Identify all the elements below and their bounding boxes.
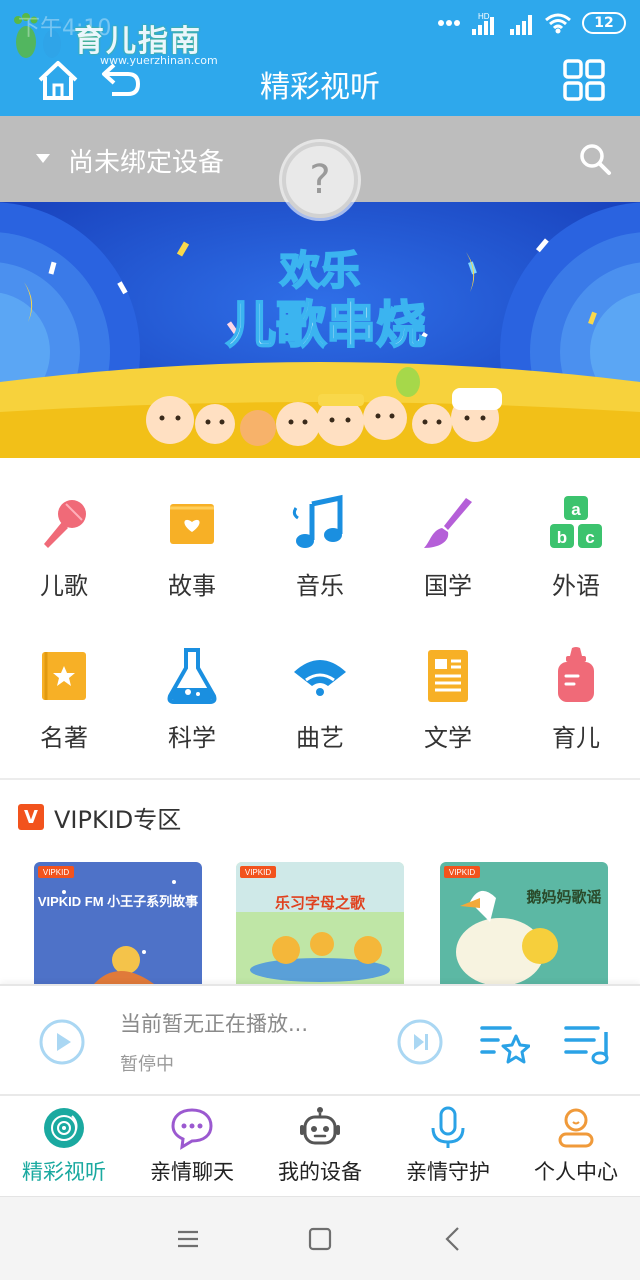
banner-title-line1: 欢乐 — [279, 249, 360, 293]
battery-icon: 12 — [582, 12, 626, 34]
section-divider — [0, 778, 640, 780]
tab-label: 亲情守护 — [406, 1160, 490, 1184]
classic-book-icon — [42, 652, 86, 700]
promo-banner[interactable]: 欢乐 儿歌串烧 — [0, 202, 640, 458]
category-label: 儿歌 — [40, 572, 88, 600]
vip-card-title: 乐习字母之歌 — [275, 894, 366, 912]
vip-badge: VIPKID — [43, 868, 69, 877]
category-waiyu[interactable]: a b c 外语 — [512, 458, 640, 600]
back-chevron-icon[interactable] — [438, 1223, 470, 1255]
app-header: 育儿指南 www.yuerzhinan.com 下午4:10 HD 12 精彩视… — [0, 0, 640, 116]
play-state-text: 暂停中 — [120, 1054, 174, 1075]
signal-icon — [510, 15, 532, 35]
vip-section-header: V VIPKID专区 — [18, 800, 181, 834]
vip-card-artwork: VIPKID VIPKID FM 小王子系列故事 — [34, 862, 202, 984]
svg-text:b: b — [557, 528, 567, 547]
category-label: 科学 — [168, 724, 216, 752]
signal-hd-icon: HD — [472, 12, 494, 35]
category-mingzhu[interactable]: 名著 — [0, 610, 128, 752]
category-yuer[interactable]: 育儿 — [512, 610, 640, 752]
tab-qinqing-liaotian[interactable]: 亲情聊天 — [128, 1096, 256, 1196]
vip-card-artwork: VIPKID 乐习字母之歌 — [236, 862, 404, 984]
vip-card-alphabet-song[interactable]: VIPKID 乐习字母之歌 — [236, 862, 404, 984]
status-bar: 育儿指南 www.yuerzhinan.com 下午4:10 HD 12 — [0, 0, 640, 67]
tab-jingcai-shiting[interactable]: 精彩视听 — [0, 1096, 128, 1196]
vip-badge: VIPKID — [245, 868, 271, 877]
vip-card-title: 鹅妈妈歌谣 — [526, 888, 601, 906]
playlist-icon[interactable] — [564, 1022, 614, 1066]
mini-player: 当前暂无正在播放... 暂停中 — [0, 984, 640, 1094]
tab-label: 个人中心 — [534, 1160, 618, 1184]
page-title: 精彩视听 — [260, 70, 380, 105]
abc-blocks-icon: a b c — [550, 496, 602, 548]
chat-bubble-icon — [171, 1108, 213, 1150]
device-status-label: 尚未绑定设备 — [68, 148, 225, 178]
category-quyi[interactable]: 曲艺 — [256, 610, 384, 752]
fan-icon — [294, 660, 346, 696]
tab-geren-zhongxin[interactable]: 个人中心 — [512, 1096, 640, 1196]
network-label: HD — [478, 12, 490, 21]
tab-label: 精彩视听 — [22, 1160, 106, 1184]
tab-wode-shebei[interactable]: 我的设备 — [256, 1096, 384, 1196]
help-button[interactable]: ? — [282, 142, 358, 218]
category-label: 故事 — [168, 572, 216, 600]
banner-title-line2: 儿歌串烧 — [226, 297, 426, 353]
play-button[interactable] — [38, 1018, 86, 1066]
document-icon — [428, 650, 468, 702]
now-playing-text: 当前暂无正在播放... — [120, 1012, 309, 1036]
category-label: 曲艺 — [296, 724, 344, 752]
home-square-icon[interactable] — [304, 1223, 336, 1255]
brush-icon — [424, 498, 472, 548]
flask-icon — [167, 648, 217, 704]
favorites-star-icon[interactable] — [480, 1022, 530, 1066]
wifi-icon — [545, 13, 571, 34]
category-erge[interactable]: 儿歌 — [0, 458, 128, 600]
category-label: 外语 — [552, 572, 600, 600]
system-navigation-bar — [0, 1196, 640, 1280]
category-label: 国学 — [424, 572, 472, 600]
baby-bottle-icon — [558, 647, 594, 702]
tab-label: 我的设备 — [278, 1160, 362, 1184]
search-icon[interactable] — [578, 142, 612, 176]
status-time: 下午4:10 — [18, 16, 112, 41]
category-yinyue[interactable]: 音乐 — [256, 458, 384, 600]
category-wenxue[interactable]: 文学 — [384, 610, 512, 752]
microphone-icon — [44, 500, 86, 548]
next-track-button[interactable] — [396, 1018, 444, 1066]
caret-down-icon — [36, 154, 50, 163]
vipkid-logo-icon: V — [18, 804, 44, 830]
bottom-tab-bar: 精彩视听 亲情聊天 我的设备 亲情守护 个人中心 — [0, 1094, 640, 1196]
status-icons: HD 12 — [438, 10, 626, 36]
svg-text:a: a — [571, 500, 581, 519]
vip-card-title: VIPKID FM 小王子系列故事 — [38, 894, 198, 909]
category-grid: 儿歌 故事 音乐 国学 a b c 外语 名著 科学 曲艺 文学 育儿 — [0, 458, 640, 778]
category-label: 育儿 — [552, 724, 600, 752]
story-book-icon — [170, 504, 214, 544]
svg-text:c: c — [585, 528, 594, 547]
tab-label: 亲情聊天 — [150, 1160, 234, 1184]
menu-lines-icon[interactable] — [172, 1223, 204, 1255]
category-label: 名著 — [40, 724, 88, 752]
microphone-outline-icon — [431, 1106, 465, 1148]
tab-qinqing-shouhu[interactable]: 亲情守护 — [384, 1096, 512, 1196]
robot-icon — [300, 1107, 340, 1145]
vip-card-little-prince[interactable]: VIPKID VIPKID FM 小王子系列故事 — [34, 862, 202, 984]
help-question-icon: ? — [309, 157, 331, 203]
vip-section-title: VIPKID专区 — [54, 805, 182, 834]
user-icon — [558, 1108, 594, 1148]
more-dots-icon — [438, 20, 460, 26]
banner-artwork: 欢乐 儿歌串烧 — [0, 202, 640, 458]
category-gushi[interactable]: 故事 — [128, 458, 256, 600]
category-kexue[interactable]: 科学 — [128, 610, 256, 752]
vip-card-mother-goose[interactable]: VIPKID 鹅妈妈歌谣 — [440, 862, 608, 984]
category-guoxue[interactable]: 国学 — [384, 458, 512, 600]
grid-menu-icon[interactable] — [562, 58, 606, 102]
category-label: 音乐 — [296, 572, 344, 600]
vip-badge: VIPKID — [449, 868, 475, 877]
vip-card-artwork: VIPKID 鹅妈妈歌谣 — [440, 862, 608, 984]
audio-disc-icon — [44, 1108, 84, 1148]
category-label: 文学 — [424, 724, 472, 752]
music-note-icon — [292, 494, 343, 548]
